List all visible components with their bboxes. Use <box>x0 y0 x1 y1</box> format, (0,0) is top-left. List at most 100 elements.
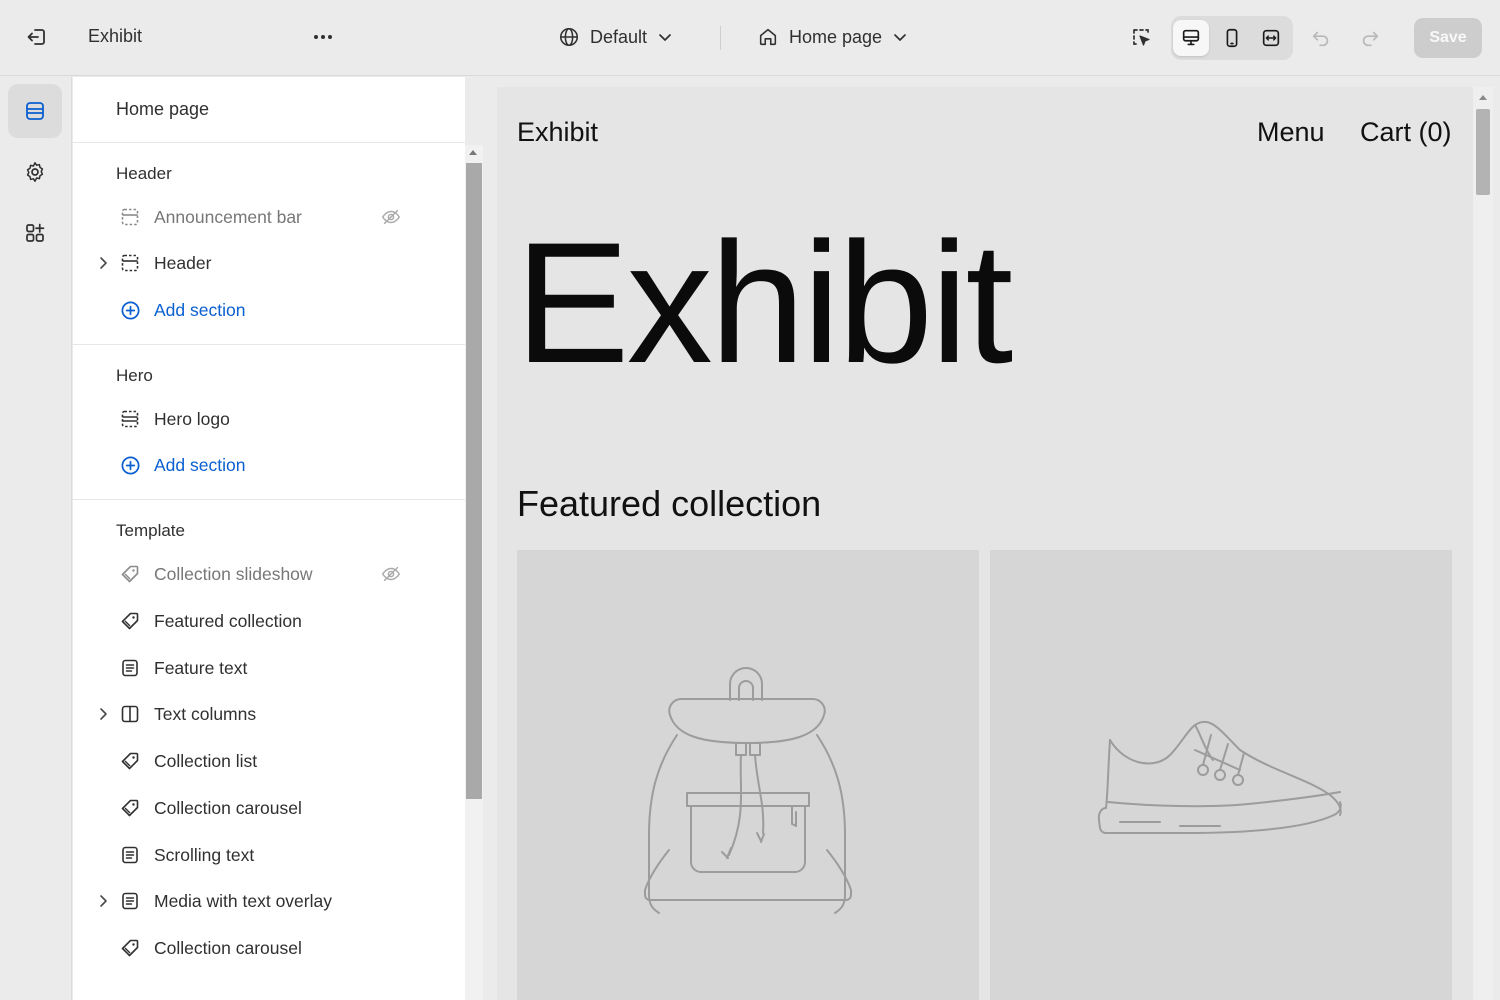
tag-icon <box>119 750 141 772</box>
exit-icon <box>27 29 45 45</box>
inspector-button[interactable] <box>1124 20 1160 56</box>
group-label-template: Template <box>116 521 185 540</box>
left-rail <box>0 77 72 1000</box>
product-card[interactable] <box>990 550 1452 1000</box>
section-label: Collection carousel <box>154 798 302 818</box>
eye-off-icon[interactable] <box>380 563 402 585</box>
sidebar-scrollbar[interactable] <box>465 145 483 1000</box>
home-icon <box>759 28 777 46</box>
theme-dropdown[interactable]: Default <box>558 26 673 48</box>
text-block-icon <box>119 844 141 866</box>
settings-nav-button[interactable] <box>8 145 62 199</box>
section-announcement-bar[interactable]: Announcement bar <box>73 197 465 237</box>
product-card[interactable] <box>517 550 979 1000</box>
section-collection-list[interactable]: Collection list <box>73 741 465 781</box>
save-button[interactable]: Save <box>1414 18 1482 58</box>
section-feature-text[interactable]: Feature text <box>73 648 465 688</box>
sections-icon <box>119 408 141 430</box>
preview-brand[interactable]: Exhibit <box>517 117 598 148</box>
section-hero-logo[interactable]: Hero logo <box>73 399 465 439</box>
full-width-icon <box>1262 29 1280 47</box>
text-block-icon <box>119 657 141 679</box>
mobile-view-button[interactable] <box>1214 20 1250 56</box>
tag-icon <box>119 797 141 819</box>
top-bar: Exhibit Default Home page Save <box>0 0 1500 76</box>
add-circle-icon <box>119 299 141 321</box>
divider <box>73 499 465 500</box>
scroll-up-arrow[interactable] <box>469 150 477 155</box>
section-header[interactable]: Header <box>73 243 465 283</box>
desktop-icon <box>1182 29 1200 46</box>
section-scrolling-text[interactable]: Scrolling text <box>73 835 465 875</box>
sections-icon <box>26 102 44 120</box>
divider <box>73 142 465 143</box>
layout-section-icon <box>119 206 141 228</box>
page-dropdown[interactable]: Home page <box>757 26 908 48</box>
more-icon <box>314 35 332 39</box>
sections-nav-button[interactable] <box>8 84 62 138</box>
preview-cart-link[interactable]: Cart (0) <box>1360 117 1452 148</box>
scroll-up-arrow[interactable] <box>1479 95 1487 100</box>
select-pointer-icon <box>1133 29 1150 46</box>
section-label: Scrolling text <box>154 845 255 865</box>
section-label: Collection slideshow <box>154 564 313 584</box>
group-label-hero: Hero <box>116 366 153 385</box>
add-section-button-header[interactable]: Add section <box>73 290 465 330</box>
section-label: Hero logo <box>154 409 230 429</box>
preview-menu-link[interactable]: Menu <box>1257 117 1325 148</box>
store-preview[interactable]: Exhibit Menu Cart (0) Exhibit Featured c… <box>497 87 1473 1000</box>
page-dropdown-label: Home page <box>789 26 883 47</box>
tag-icon <box>119 563 141 585</box>
section-label: Collection carousel <box>154 938 302 958</box>
exit-button[interactable] <box>19 19 55 55</box>
add-section-label: Add section <box>154 300 246 320</box>
section-label: Media with text overlay <box>154 891 332 911</box>
group-label-header: Header <box>116 164 172 183</box>
section-text-columns[interactable]: Text columns <box>73 694 465 734</box>
desktop-view-button[interactable] <box>1173 20 1209 56</box>
section-label: Announcement bar <box>154 207 302 227</box>
divider <box>73 344 465 345</box>
section-collection-carousel-2[interactable]: Collection carousel <box>73 928 465 968</box>
apps-nav-button[interactable] <box>8 206 62 260</box>
preview-scrollbar[interactable] <box>1473 87 1493 1000</box>
layout-section-icon <box>119 252 141 274</box>
topbar-divider <box>720 26 721 50</box>
section-label: Featured collection <box>154 611 302 631</box>
featured-collection-heading: Featured collection <box>517 483 822 524</box>
redo-button[interactable] <box>1352 20 1388 56</box>
section-media-with-text-overlay[interactable]: Media with text overlay <box>73 881 465 921</box>
eye-off-icon[interactable] <box>380 206 402 228</box>
fullscreen-view-button[interactable] <box>1253 20 1289 56</box>
viewport-switcher <box>1171 16 1293 60</box>
chevron-right-icon[interactable] <box>95 255 111 271</box>
undo-button[interactable] <box>1303 20 1339 56</box>
chevron-down-icon <box>894 34 906 41</box>
section-collection-carousel[interactable]: Collection carousel <box>73 788 465 828</box>
chevron-right-icon[interactable] <box>95 893 111 909</box>
backpack-placeholder-icon <box>644 667 852 914</box>
section-collection-slideshow[interactable]: Collection slideshow <box>73 554 465 594</box>
add-section-button-hero[interactable]: Add section <box>73 445 465 485</box>
scrollbar-thumb[interactable] <box>466 163 482 799</box>
section-label: Collection list <box>154 751 258 771</box>
section-label: Feature text <box>154 658 248 678</box>
section-label: Text columns <box>154 704 257 724</box>
theme-name: Exhibit <box>88 26 143 46</box>
undo-icon <box>1312 31 1329 47</box>
section-featured-collection[interactable]: Featured collection <box>73 601 465 641</box>
gear-icon <box>26 162 44 182</box>
more-actions-button[interactable] <box>305 19 341 55</box>
tag-icon <box>119 610 141 632</box>
sections-panel: Home page Header Announcement bar Header… <box>73 77 465 1000</box>
chevron-down-icon <box>659 34 671 41</box>
columns-icon <box>119 703 141 725</box>
chevron-right-icon[interactable] <box>95 706 111 722</box>
scrollbar-thumb[interactable] <box>1476 109 1490 195</box>
mobile-icon <box>1226 28 1238 48</box>
text-block-icon <box>119 890 141 912</box>
section-label: Header <box>154 253 212 273</box>
globe-icon <box>559 27 579 47</box>
theme-dropdown-label: Default <box>590 26 648 47</box>
add-circle-icon <box>119 454 141 476</box>
